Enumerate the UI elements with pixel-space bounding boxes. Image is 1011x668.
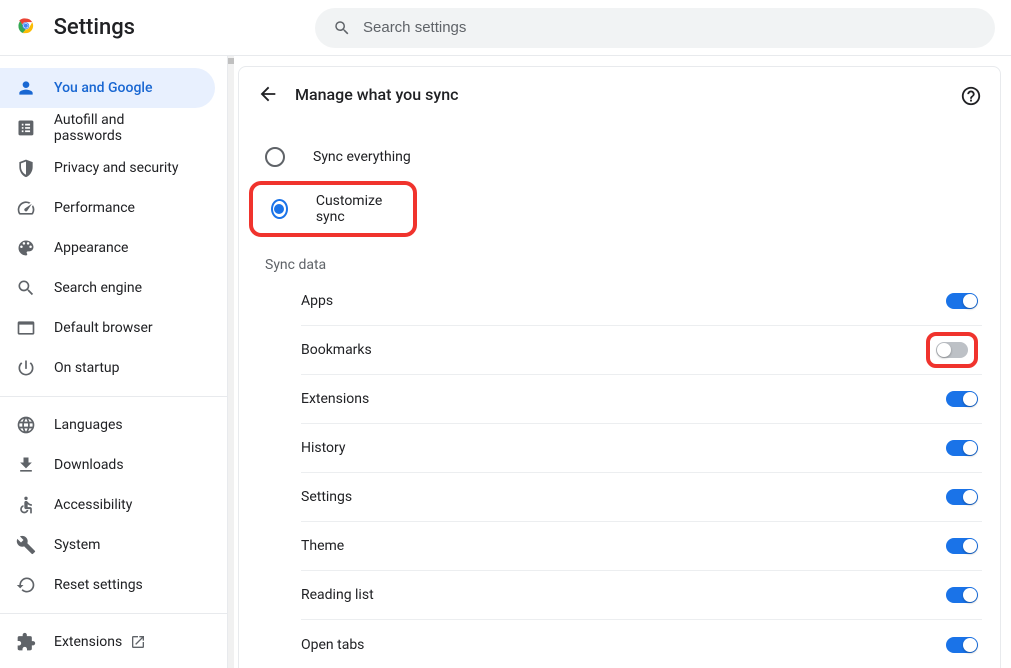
radio-icon	[265, 147, 285, 167]
search-settings-field[interactable]	[315, 8, 995, 48]
accessibility-icon	[16, 495, 36, 515]
sync-item-label: Extensions	[301, 391, 369, 407]
sidebar-item-default-browser[interactable]: Default browser	[0, 308, 215, 348]
sidebar-item-label: Appearance	[54, 240, 128, 256]
sidebar-item-label: Privacy and security	[54, 160, 178, 176]
sync-row-extensions: Extensions	[301, 375, 982, 424]
sidebar-item-autofill[interactable]: Autofill and passwords	[0, 108, 215, 148]
back-arrow-icon[interactable]	[257, 83, 279, 105]
toggle-settings[interactable]	[946, 489, 978, 505]
page-header: Manage what you sync	[257, 83, 982, 105]
toggle-open-tabs[interactable]	[946, 637, 978, 653]
sidebar-nav: You and Google Autofill and passwords Pr…	[0, 56, 228, 668]
sidebar-item-appearance[interactable]: Appearance	[0, 228, 215, 268]
sidebar-item-label: System	[54, 537, 100, 553]
reset-icon	[16, 575, 36, 595]
sync-row-reading-list: Reading list	[301, 571, 982, 620]
speed-icon	[16, 198, 36, 218]
sidebar-item-label: Autofill and passwords	[54, 112, 195, 144]
sidebar-item-label: Extensions	[54, 634, 122, 650]
toggle-bookmarks[interactable]	[936, 342, 968, 358]
sync-row-theme: Theme	[301, 522, 982, 571]
sync-item-label: Settings	[301, 489, 352, 505]
external-link-icon	[130, 634, 146, 650]
sync-row-apps: Apps	[301, 277, 982, 326]
radio-icon	[271, 199, 288, 219]
sync-row-settings: Settings	[301, 473, 982, 522]
autofill-icon	[16, 118, 36, 138]
globe-icon	[16, 415, 36, 435]
toggle-reading-list[interactable]	[946, 587, 978, 603]
sidebar-item-label: Default browser	[54, 320, 153, 336]
radio-label: Sync everything	[313, 149, 411, 165]
sync-data-heading: Sync data	[265, 257, 982, 273]
download-icon	[16, 455, 36, 475]
sidebar-item-label: You and Google	[54, 80, 152, 96]
sidebar-item-system[interactable]: System	[0, 525, 215, 565]
sidebar-item-label: Reset settings	[54, 577, 143, 593]
help-icon[interactable]	[960, 85, 982, 107]
sidebar-item-label: On startup	[54, 360, 120, 376]
sidebar-item-on-startup[interactable]: On startup	[0, 348, 215, 388]
sidebar-separator	[0, 613, 227, 614]
search-icon	[333, 19, 351, 37]
person-icon	[16, 78, 36, 98]
sync-item-label: Reading list	[301, 587, 374, 603]
sync-item-label: Apps	[301, 293, 333, 309]
toggle-apps[interactable]	[946, 293, 978, 309]
sidebar-separator	[0, 396, 227, 397]
sidebar-item-languages[interactable]: Languages	[0, 405, 215, 445]
sidebar-item-privacy[interactable]: Privacy and security	[0, 148, 215, 188]
radio-customize-sync[interactable]: Customize sync	[263, 185, 403, 233]
sidebar-item-label: Downloads	[54, 457, 124, 473]
toggle-theme[interactable]	[946, 538, 978, 554]
sync-row-bookmarks: Bookmarks	[301, 326, 982, 375]
toggle-history[interactable]	[946, 440, 978, 456]
main-content: Manage what you sync Sync everything Cus…	[228, 56, 1011, 668]
sidebar-item-label: Performance	[54, 200, 135, 216]
app-title: Settings	[54, 15, 135, 40]
toggle-extensions[interactable]	[946, 391, 978, 407]
sidebar-item-label: Languages	[54, 417, 123, 433]
sidebar-item-performance[interactable]: Performance	[0, 188, 215, 228]
sync-row-open-tabs: Open tabs	[301, 620, 982, 668]
page-title: Manage what you sync	[295, 85, 458, 104]
sync-item-label: Open tabs	[301, 637, 364, 653]
search-settings-input[interactable]	[363, 19, 977, 36]
sidebar-item-search-engine[interactable]: Search engine	[0, 268, 215, 308]
sidebar-item-label: Search engine	[54, 280, 142, 296]
sync-data-list: Apps Bookmarks Extensions History	[301, 277, 982, 668]
radio-sync-everything[interactable]: Sync everything	[257, 133, 982, 181]
search-engine-icon	[16, 278, 36, 298]
browser-icon	[16, 318, 36, 338]
sidebar-item-label: Accessibility	[54, 497, 132, 513]
sync-item-label: History	[301, 440, 346, 456]
sidebar-item-reset[interactable]: Reset settings	[0, 565, 215, 605]
sidebar-item-downloads[interactable]: Downloads	[0, 445, 215, 485]
sync-item-label: Bookmarks	[301, 342, 372, 358]
highlight-customize-sync: Customize sync	[249, 181, 417, 237]
app-header: Settings	[0, 0, 1011, 56]
shield-icon	[16, 158, 36, 178]
settings-card: Manage what you sync Sync everything Cus…	[238, 66, 1001, 668]
wrench-icon	[16, 535, 36, 555]
power-icon	[16, 358, 36, 378]
sync-row-history: History	[301, 424, 982, 473]
puzzle-icon	[16, 632, 36, 652]
sidebar-item-accessibility[interactable]: Accessibility	[0, 485, 215, 525]
sync-item-label: Theme	[301, 538, 344, 554]
sidebar-item-extensions[interactable]: Extensions	[0, 622, 215, 662]
radio-label: Customize sync	[316, 193, 395, 225]
sidebar-item-you-and-google[interactable]: You and Google	[0, 68, 215, 108]
palette-icon	[16, 238, 36, 258]
highlight-bookmarks-toggle	[926, 332, 978, 368]
chrome-logo-icon	[16, 16, 36, 40]
